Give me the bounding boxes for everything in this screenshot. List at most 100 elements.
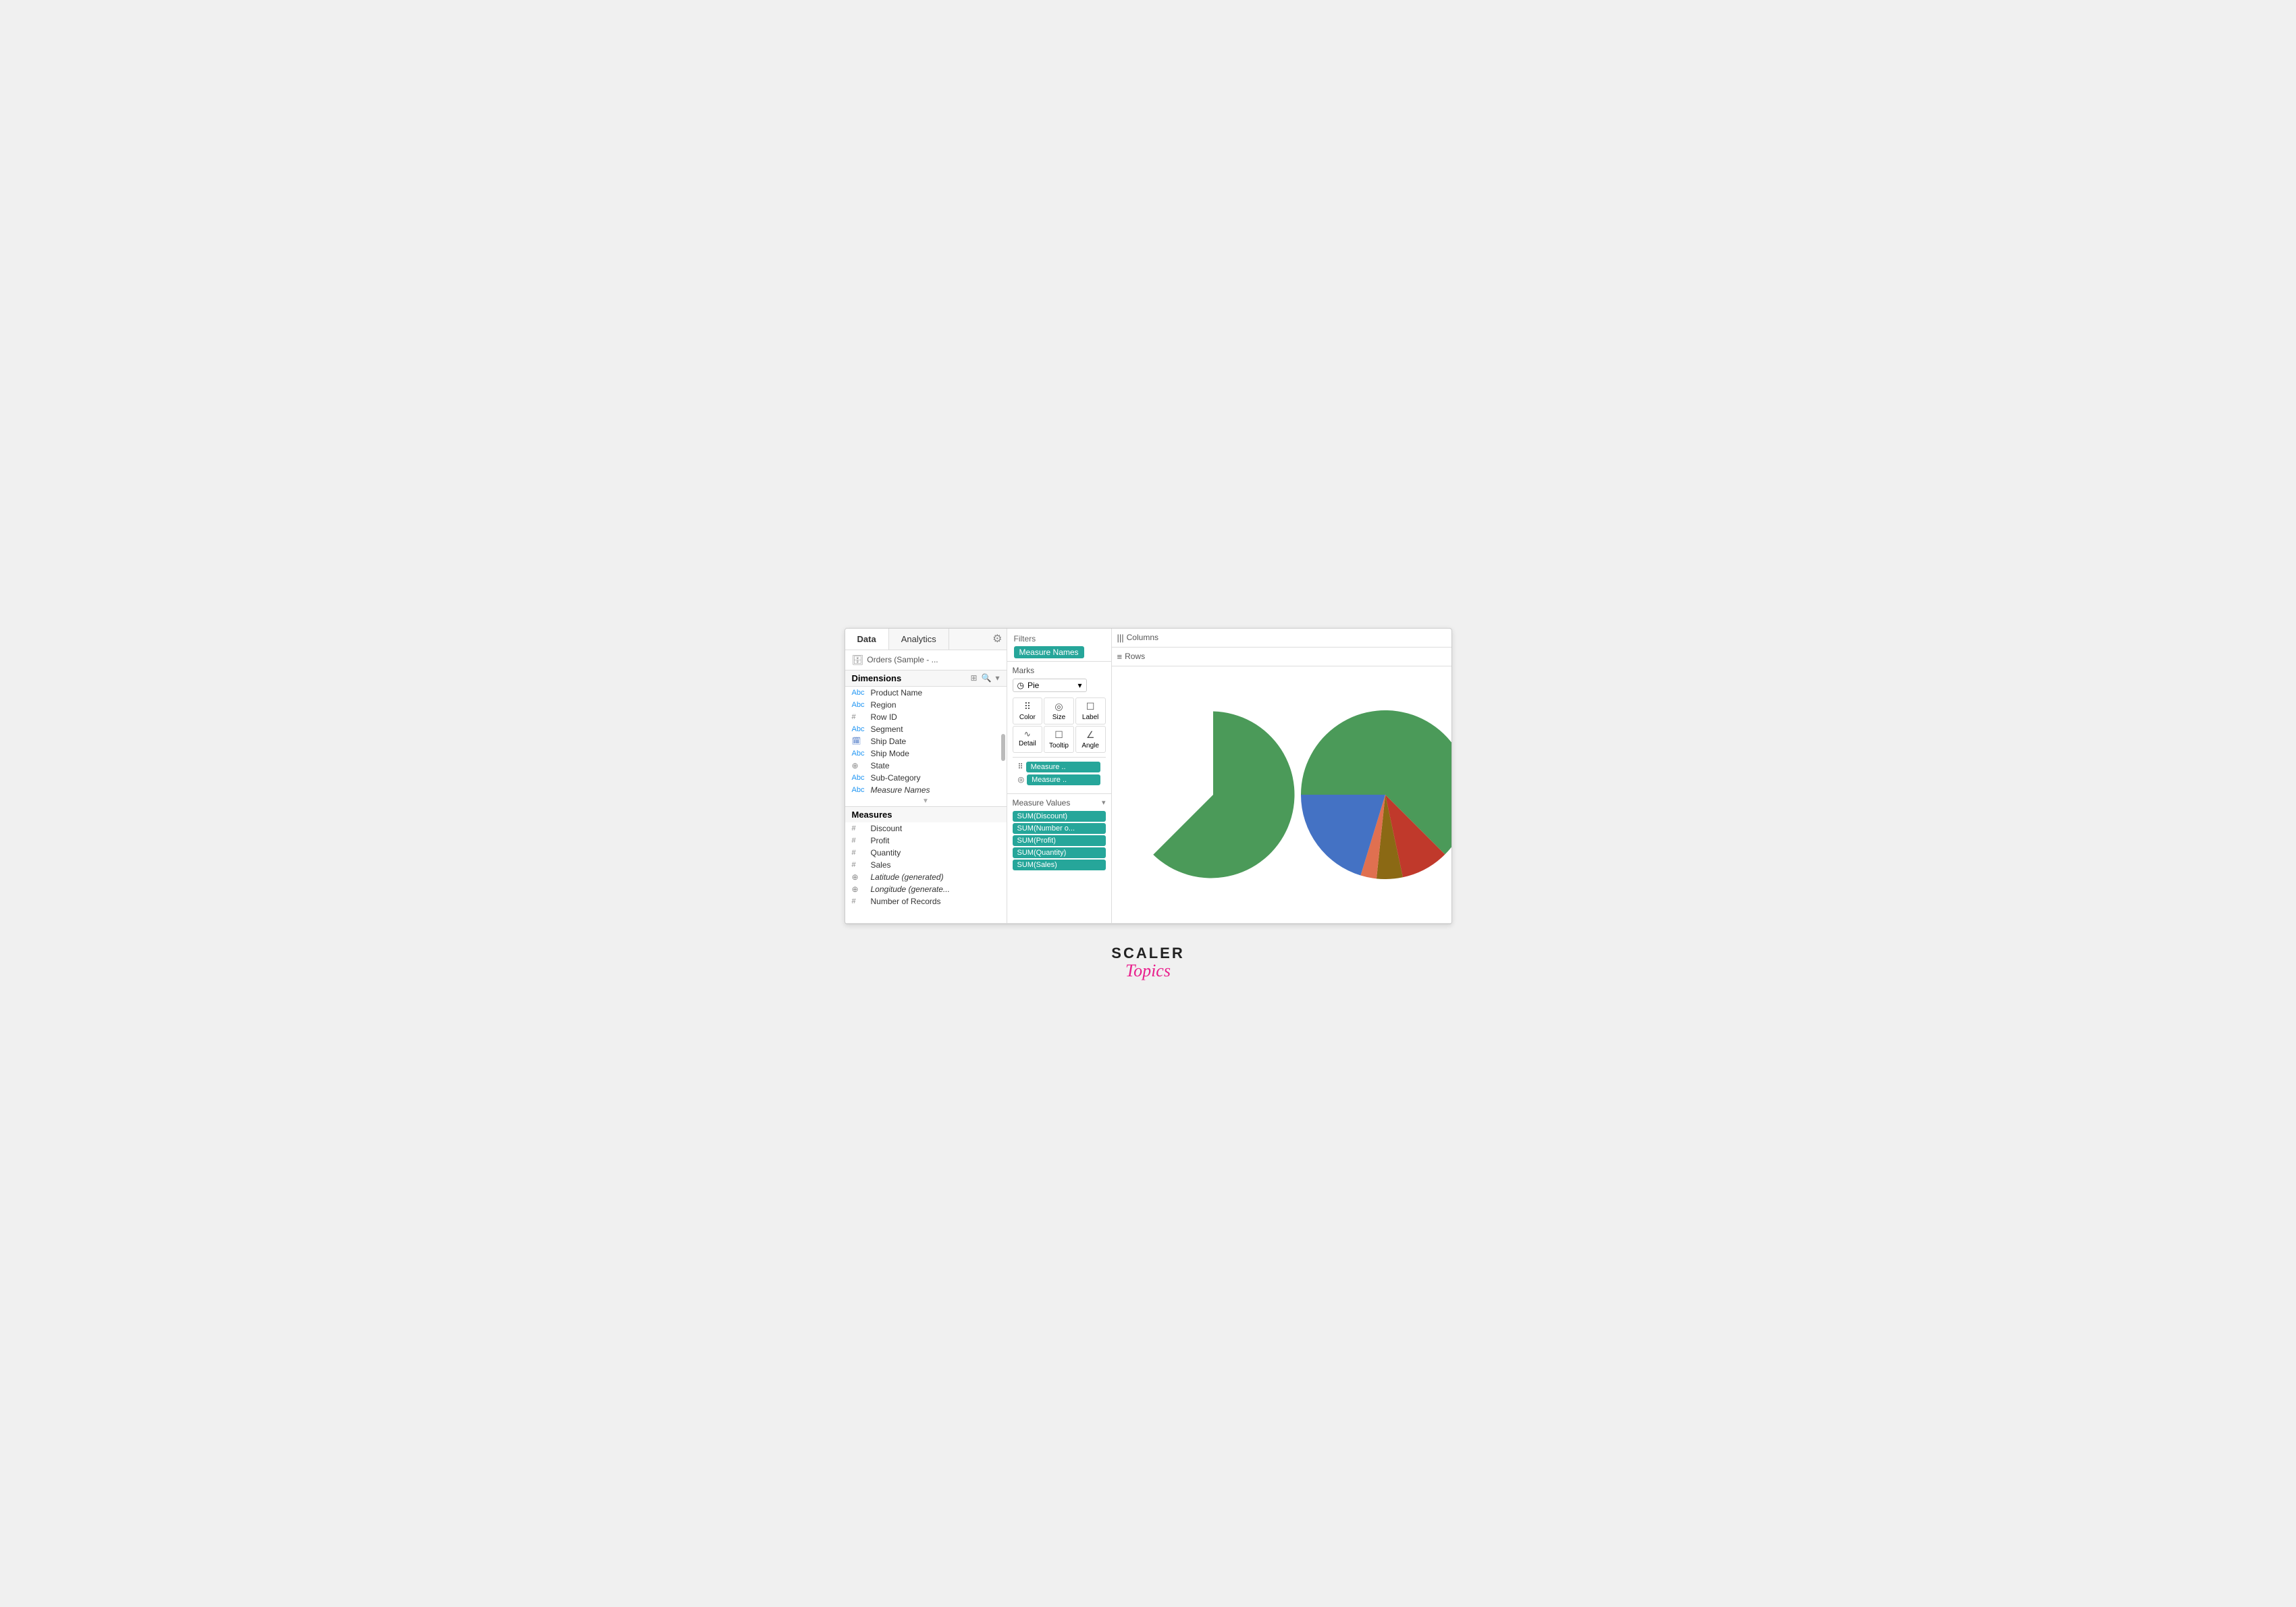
pie-chart-div: [1301, 710, 1452, 879]
type-abc: Abc: [852, 725, 868, 733]
type-special-hash: #: [852, 897, 868, 905]
sum-discount[interactable]: SUM(Discount): [1013, 811, 1106, 822]
list-item[interactable]: ⊕ Longitude (generate...: [845, 883, 1007, 895]
list-item[interactable]: Abc Product Name: [845, 687, 1007, 699]
item-name: Measure Names: [871, 785, 1001, 795]
sum-profit[interactable]: SUM(Profit): [1013, 835, 1106, 846]
columns-text: Columns: [1127, 633, 1158, 642]
filters-area: Filters Measure Names: [1007, 629, 1111, 662]
type-abc: Abc: [852, 774, 868, 782]
columns-label: ||| Columns: [1117, 633, 1159, 643]
tab-data[interactable]: Data: [845, 629, 889, 650]
list-item[interactable]: Abc Ship Mode: [845, 747, 1007, 760]
type-abc: Abc: [852, 701, 868, 709]
datasource-row[interactable]: 🗄 Orders (Sample - ...: [845, 650, 1007, 670]
pie-chart: [1125, 707, 1301, 882]
item-name: Ship Date: [871, 737, 1001, 746]
marks-area: Marks ◷ Pie ▾ ⠿ Color ◎ Size: [1007, 662, 1111, 793]
columns-icon: |||: [1117, 633, 1124, 643]
chevron-down-icon[interactable]: ▾: [995, 673, 999, 683]
marks-detail-btn[interactable]: ∿ Detail: [1013, 726, 1043, 753]
item-name: Discount: [871, 824, 1001, 833]
angle-label: Angle: [1082, 742, 1099, 749]
list-item[interactable]: # Sales: [845, 859, 1007, 871]
list-item[interactable]: Abc Segment: [845, 723, 1007, 735]
list-item[interactable]: Abc Measure Names: [845, 784, 1007, 796]
tab-bar: Data Analytics ⚙: [845, 629, 1007, 650]
marks-icons-grid: ⠿ Color ◎ Size ☐ Label ∿ Detail: [1013, 697, 1106, 753]
pill-size-icon: ◎: [1018, 775, 1025, 784]
marks-tooltip-btn[interactable]: ☐ Tooltip: [1044, 726, 1074, 753]
settings-icon[interactable]: ⚙: [988, 629, 1006, 650]
dimensions-list: Abc Product Name Abc Region # Row ID Abc…: [845, 687, 1007, 807]
pill-color-icon: ⠿: [1018, 762, 1023, 771]
rows-label: ≡ Rows: [1117, 652, 1158, 662]
pie-svg: [1301, 710, 1452, 879]
sum-number[interactable]: SUM(Number o...: [1013, 823, 1106, 834]
sum-sales[interactable]: SUM(Sales): [1013, 860, 1106, 870]
list-item[interactable]: Abc Region: [845, 699, 1007, 711]
search-icon[interactable]: 🔍: [982, 673, 992, 683]
marks-type-select[interactable]: ◷ Pie ▾: [1013, 679, 1087, 692]
item-name: Segment: [871, 725, 1001, 734]
rows-text: Rows: [1125, 652, 1145, 661]
main-window: Data Analytics ⚙ 🗄 Orders (Sample - ... …: [845, 628, 1452, 924]
item-name: Sales: [871, 860, 1001, 870]
label-icon: ☐: [1086, 701, 1095, 712]
dimensions-icons: ⊞ 🔍 ▾: [970, 673, 999, 683]
item-name: Sub-Category: [871, 773, 1001, 783]
list-item[interactable]: ⊕ Latitude (generated): [845, 871, 1007, 883]
list-item[interactable]: # Row ID: [845, 711, 1007, 723]
marks-color-btn[interactable]: ⠿ Color: [1013, 697, 1043, 725]
measures-header: Measures: [845, 807, 1007, 822]
list-item[interactable]: 🗓 Ship Date: [845, 735, 1007, 747]
item-name: Region: [871, 700, 1001, 710]
dimensions-header: Dimensions ⊞ 🔍 ▾: [845, 670, 1007, 687]
marks-pills: ⠿ Measure .. ◎ Measure ..: [1013, 757, 1106, 789]
list-item[interactable]: # Discount: [845, 822, 1007, 835]
mv-dropdown-arrow[interactable]: ▾: [1102, 798, 1106, 807]
measure-values-section: Measure Values ▾ SUM(Discount) SUM(Numbe…: [1007, 793, 1111, 876]
filter-pill-measure-names[interactable]: Measure Names: [1014, 646, 1084, 658]
type-abc: Abc: [852, 749, 868, 758]
list-item[interactable]: # Number of Records: [845, 895, 1007, 907]
type-globe: ⊕: [852, 872, 868, 882]
item-name: Longitude (generate...: [871, 885, 1001, 894]
marks-size-btn[interactable]: ◎ Size: [1044, 697, 1074, 725]
marks-angle-btn[interactable]: ∠ Angle: [1075, 726, 1106, 753]
marks-color-pill[interactable]: Measure ..: [1026, 762, 1100, 772]
right-area: ||| Columns ≡ Rows: [1112, 629, 1452, 923]
type-hash: #: [852, 861, 868, 869]
filters-label: Filters: [1014, 634, 1104, 643]
item-name: Row ID: [871, 712, 1001, 722]
list-item[interactable]: # Quantity: [845, 847, 1007, 859]
type-abc: Abc: [852, 786, 868, 794]
marks-size-pill[interactable]: Measure ..: [1027, 774, 1100, 785]
item-name: Ship Mode: [871, 749, 1001, 758]
type-globe: ⊕: [852, 761, 868, 770]
rows-icon: ≡: [1117, 652, 1123, 662]
detail-icon: ∿: [1024, 729, 1031, 739]
pie-segment-sales: [1153, 711, 1294, 878]
measure-values-header: Measure Values ▾: [1013, 798, 1106, 808]
list-item[interactable]: ⊕ State: [845, 760, 1007, 772]
rows-bar: ≡ Rows: [1112, 648, 1452, 666]
type-calendar: 🗓: [852, 737, 868, 745]
grid-icon[interactable]: ⊞: [970, 673, 977, 683]
list-item[interactable]: # Profit: [845, 835, 1007, 847]
marks-pill-size: ◎ Measure ..: [1018, 774, 1100, 785]
scroll-bar[interactable]: [1001, 734, 1005, 761]
detail-label: Detail: [1019, 740, 1036, 747]
type-abc: Abc: [852, 689, 868, 697]
sum-quantity[interactable]: SUM(Quantity): [1013, 847, 1106, 858]
measures-label: Measures: [852, 810, 892, 820]
columns-bar: ||| Columns: [1112, 629, 1452, 648]
dimensions-label: Dimensions: [852, 673, 971, 683]
tab-analytics[interactable]: Analytics: [889, 629, 949, 650]
marks-pill-color: ⠿ Measure ..: [1018, 762, 1100, 772]
list-item[interactable]: Abc Sub-Category: [845, 772, 1007, 784]
item-name: Latitude (generated): [871, 872, 1001, 882]
marks-label-btn[interactable]: ☐ Label: [1075, 697, 1106, 725]
type-hash: #: [852, 837, 868, 845]
size-icon: ◎: [1054, 701, 1063, 712]
